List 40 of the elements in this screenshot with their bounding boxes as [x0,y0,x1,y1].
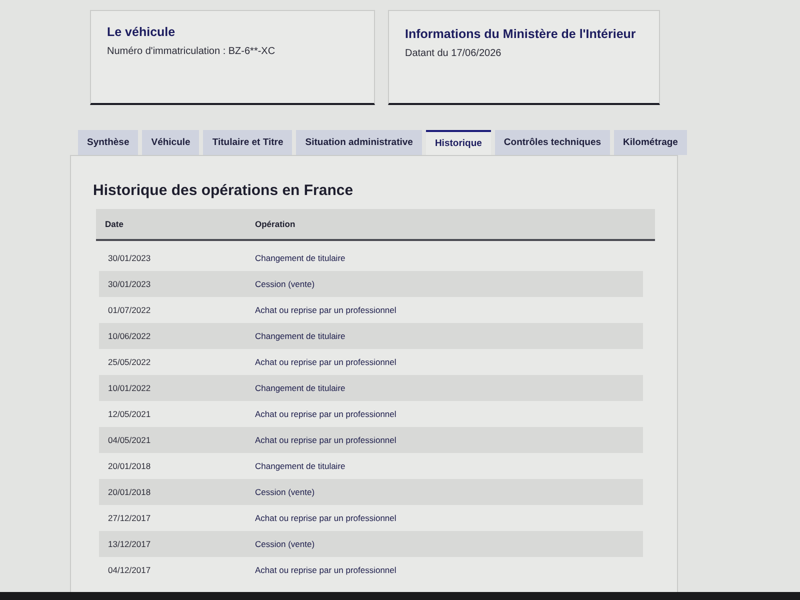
date-cell-text: 20/01/2018 [107,487,152,497]
operation-cell-text: Changement de titulaire [254,383,346,393]
column-header: Date [104,219,124,229]
operation-cell-text: Achat ou reprise par un professionnel [254,409,398,419]
date-cell-text: 01/07/2022 [107,305,152,315]
tab[interactable]: Kilométrage [614,130,687,155]
operation-cell-text: Achat ou reprise par un professionnel [254,305,398,315]
operation-cell-text: Achat ou reprise par un professionnel [254,565,398,575]
date-cell-text: 12/05/2021 [107,409,152,419]
tab[interactable]: Historique [426,130,491,155]
plate-number-text: Numéro d'immatriculation : BZ-6**-XC [107,46,276,57]
date-cell-text: 10/01/2022 [107,383,152,393]
operation-cell-text: Changement de titulaire [254,331,346,341]
card-title: Informations du Ministère de l'Intérieur [405,27,637,41]
date-cell-text: 10/06/2022 [107,331,152,341]
date-cell-text: 04/12/2017 [107,565,152,575]
date-cell-text: 20/01/2018 [107,461,152,471]
operation-cell-text: Achat ou reprise par un professionnel [254,513,398,523]
date-text: Datant du 17/06/2026 [405,48,502,59]
tab[interactable]: Titulaire et Titre [203,130,292,155]
date-cell-text: 25/05/2022 [107,357,152,367]
date-cell-text: 04/05/2021 [107,435,152,445]
tab[interactable]: Véhicule [142,130,200,155]
tab[interactable]: Situation administrative [296,130,422,155]
operation-cell-text: Cession (vente) [254,487,316,497]
operation-cell-text: Cession (vente) [254,279,316,289]
operation-cell-text: Changement de titulaire [254,253,346,263]
operation-cell-text: Achat ou reprise par un professionnel [254,435,398,445]
tab[interactable]: Synthèse [78,130,138,155]
operation-cell-text: Achat ou reprise par un professionnel [254,357,398,367]
date-cell-text: 13/12/2017 [107,539,152,549]
operation-cell-text: Cession (vente) [254,539,316,549]
date-cell-text: 30/01/2023 [107,253,152,263]
operation-cell-text: Changement de titulaire [254,461,346,471]
tab[interactable]: Contrôles techniques [494,130,610,155]
date-cell-text: 27/12/2017 [107,513,152,523]
card-title: Le véhicule [107,25,176,39]
section-heading: Historique des opérations en France [93,182,354,199]
column-header: Opération [254,219,296,229]
date-cell-text: 30/01/2023 [107,279,152,289]
